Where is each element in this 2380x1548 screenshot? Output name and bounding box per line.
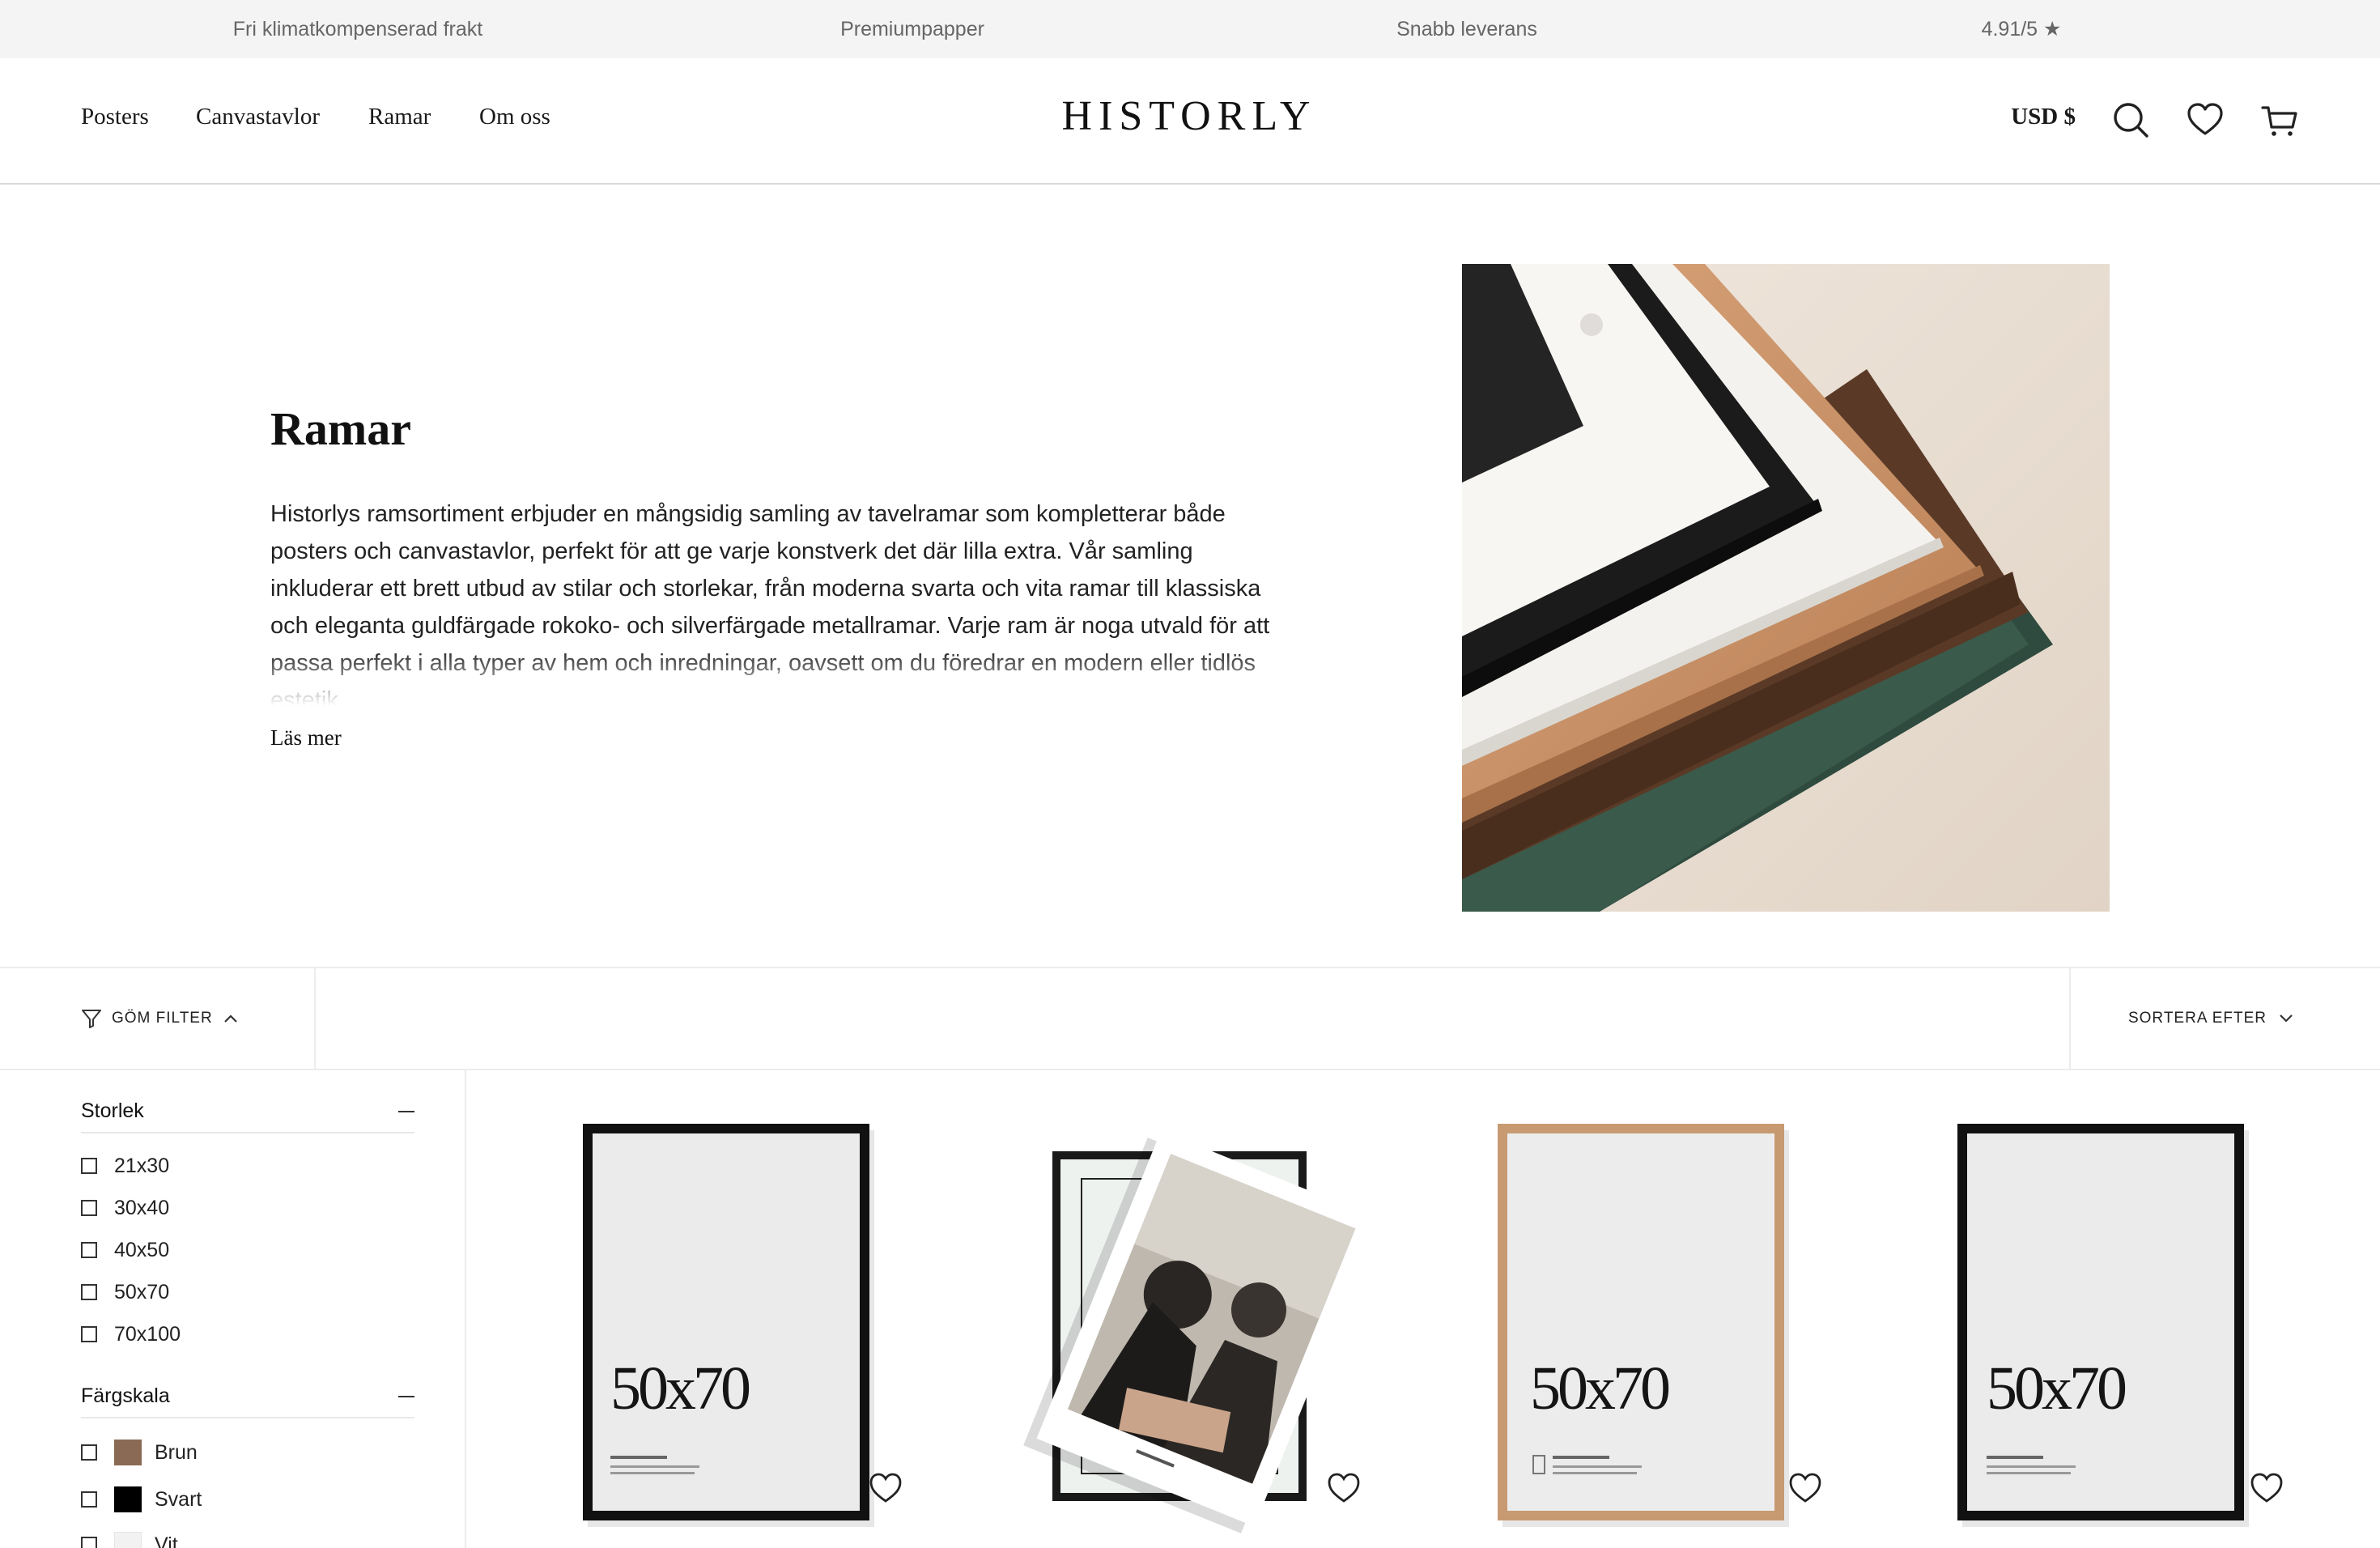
hero-image [1462, 264, 2110, 912]
toolbar-divider [314, 968, 316, 1069]
color-swatch [114, 1486, 142, 1512]
product-image [1023, 1130, 1379, 1533]
hero-description-container: Historlys ramsortiment erbjuder en mångs… [270, 495, 1290, 706]
hide-filter-button[interactable]: GÖM FILTER [81, 1006, 239, 1031]
checkbox[interactable] [81, 1326, 97, 1342]
product-card[interactable]: 50x70 [1454, 1101, 1842, 1548]
search-icon[interactable] [2111, 100, 2150, 139]
nav-item-canvastavlor[interactable]: Canvastavlor [196, 104, 320, 130]
wishlist-heart-icon[interactable] [1787, 1470, 1823, 1506]
cart-icon[interactable] [2260, 100, 2299, 139]
checkbox[interactable] [81, 1158, 97, 1174]
color-swatch [114, 1532, 142, 1548]
read-more-link[interactable]: Läs mer [270, 725, 342, 751]
filter-option-label: 21x30 [114, 1154, 170, 1177]
filter-group-title: Färgskala [81, 1384, 170, 1407]
collapse-icon [398, 1396, 414, 1397]
currency-selector[interactable]: USD $ [2011, 104, 2076, 130]
filter-option-color[interactable]: Vit [81, 1532, 178, 1548]
color-swatch [114, 1440, 142, 1465]
filter-group-color-header[interactable]: Färgskala [81, 1384, 414, 1418]
toolbar-divider [2069, 968, 2071, 1069]
checkbox[interactable] [81, 1491, 97, 1508]
sort-label: SORTERA EFTER [2127, 1010, 2267, 1027]
checkbox[interactable] [81, 1242, 97, 1258]
size-label: 50x70 [610, 1354, 750, 1423]
chevron-down-icon [2280, 1014, 2293, 1023]
announcement-paper: Premiumpapper [840, 18, 984, 40]
filter-toolbar: GÖM FILTER SORTERA EFTER [0, 967, 2380, 1070]
checkbox[interactable] [81, 1537, 97, 1548]
wishlist-heart-icon[interactable] [1326, 1470, 1362, 1506]
filter-option-size[interactable]: 21x30 [81, 1153, 169, 1179]
announcement-bar: Fri klimatkompenserad frakt Premiumpappe… [0, 0, 2380, 58]
site-header: Posters Canvastavlor Ramar Om oss HISTOR… [0, 58, 2380, 185]
filter-option-label: 50x70 [114, 1280, 170, 1303]
filter-option-size[interactable]: 70x100 [81, 1321, 181, 1347]
nav-item-om-oss[interactable]: Om oss [479, 104, 550, 130]
hero-text-fade [270, 649, 1290, 706]
filter-option-label: Vit [155, 1533, 178, 1548]
filter-group-size-header[interactable]: Storlek [81, 1099, 414, 1133]
filter-option-size[interactable]: 50x70 [81, 1279, 169, 1305]
filter-sidebar: Storlek 21x30 30x40 40x50 50x70 70x100 F… [0, 1070, 466, 1548]
filter-option-color[interactable]: Brun [81, 1440, 198, 1465]
hide-filter-label: GÖM FILTER [112, 1010, 213, 1027]
nav-item-posters[interactable]: Posters [81, 104, 149, 130]
wishlist-heart-icon[interactable] [868, 1470, 903, 1506]
filter-option-label: 40x50 [114, 1238, 170, 1261]
product-image: 50x70 [1498, 1124, 1789, 1527]
filter-icon [82, 1010, 101, 1028]
size-label: 50x70 [1530, 1354, 1669, 1423]
checkbox[interactable] [81, 1200, 97, 1216]
filter-option-label: 30x40 [114, 1196, 170, 1219]
filter-option-color[interactable]: Svart [81, 1486, 202, 1512]
collapse-icon [398, 1111, 414, 1112]
wishlist-heart-icon[interactable] [2249, 1470, 2284, 1506]
filter-option-label: Svart [155, 1487, 202, 1511]
checkbox[interactable] [81, 1284, 97, 1300]
page-title: Ramar [270, 402, 411, 455]
chevron-up-icon [223, 1014, 237, 1023]
filter-option-size[interactable]: 30x40 [81, 1195, 169, 1221]
sort-dropdown[interactable]: SORTERA EFTER [2128, 1006, 2294, 1031]
product-image: 50x70 [583, 1124, 874, 1527]
product-image: 50x70 [1957, 1124, 2249, 1527]
product-card[interactable] [992, 1101, 1381, 1548]
filter-group-title: Storlek [81, 1099, 144, 1122]
product-card[interactable]: 50x70 [1912, 1101, 2301, 1548]
product-card[interactable]: 50x70 [534, 1101, 923, 1548]
filter-option-label: 70x100 [114, 1322, 181, 1346]
site-logo[interactable]: HISTORLY [1062, 92, 1317, 140]
nav-item-ramar[interactable]: Ramar [368, 104, 431, 130]
announcement-shipping: Fri klimatkompenserad frakt [232, 18, 483, 40]
announcement-rating: 4.91/5 ★ [1981, 18, 2062, 40]
filter-option-size[interactable]: 40x50 [81, 1237, 169, 1263]
filter-option-label: Brun [155, 1440, 198, 1464]
announcement-delivery: Snabb leverans [1396, 18, 1537, 40]
checkbox[interactable] [81, 1444, 97, 1461]
size-label: 50x70 [1987, 1354, 2126, 1423]
heart-icon[interactable] [2186, 100, 2225, 139]
